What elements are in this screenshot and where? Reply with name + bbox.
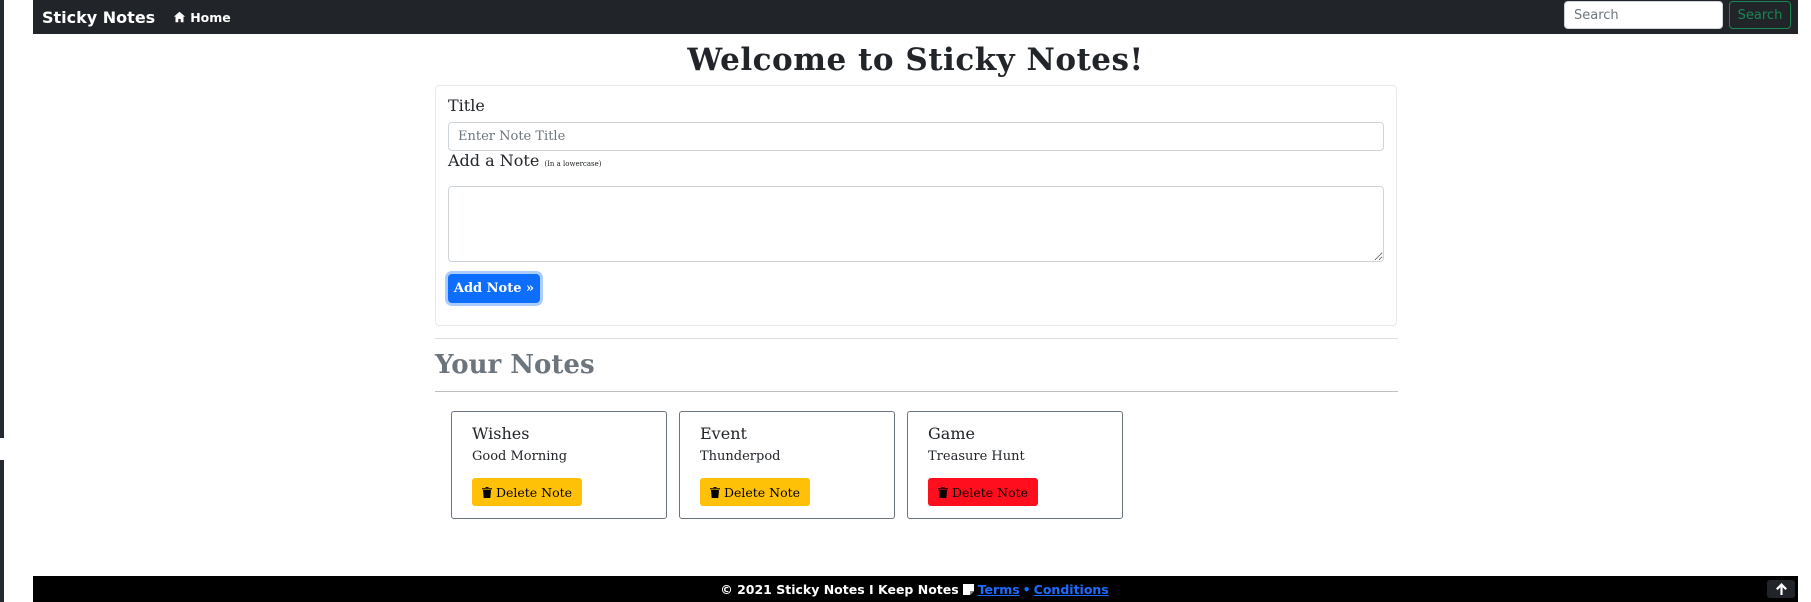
background-window-strip: [0, 0, 33, 602]
nav-home-label: Home: [190, 9, 231, 25]
footer-text: © 2021 Sticky Notes I Keep Notes: [720, 581, 959, 597]
note-text: Treasure Hunt: [928, 449, 1025, 464]
nav-home-link[interactable]: Home: [173, 10, 231, 25]
app-window: Sticky Notes Home Search Welcome to Stic…: [33, 0, 1798, 602]
background-window-strip-right: [1798, 0, 1811, 602]
conditions-link[interactable]: Conditions: [1034, 582, 1109, 597]
divider: [435, 338, 1398, 339]
navbar-brand[interactable]: Sticky Notes: [42, 8, 155, 27]
note-text: Good Morning: [472, 449, 568, 464]
search-input[interactable]: [1564, 1, 1723, 29]
note-title: Game: [928, 424, 975, 443]
note-label: Add a Note (In a lowercase): [448, 151, 602, 170]
delete-note-button[interactable]: Delete Note: [472, 478, 582, 506]
note-title: Event: [700, 424, 747, 443]
note-label-hint: (In a lowercase): [544, 160, 602, 168]
search-form: Search: [1564, 1, 1791, 29]
delete-note-label: Delete Note: [495, 484, 573, 500]
home-icon: [174, 11, 186, 23]
trash-icon: [481, 486, 492, 498]
terms-link[interactable]: Terms: [978, 582, 1020, 597]
notes-heading: Your Notes: [435, 350, 595, 380]
note-label-text: Add a Note: [448, 151, 540, 170]
divider: [435, 391, 1398, 392]
background-window-edge: [0, 0, 4, 438]
note-card: Wishes Good Morning Delete Note: [451, 411, 667, 519]
footer: © 2021 Sticky Notes I Keep Notes Terms •…: [33, 576, 1798, 602]
note-text: Thunderpod: [700, 449, 781, 464]
add-note-button[interactable]: Add Note »: [448, 274, 540, 303]
delete-note-button[interactable]: Delete Note: [928, 478, 1038, 506]
note-title: Wishes: [472, 424, 530, 443]
arrow-up-icon: [1775, 583, 1787, 595]
scroll-top-button[interactable]: [1767, 580, 1795, 598]
navbar: Sticky Notes Home Search: [33, 0, 1798, 34]
delete-note-label: Delete Note: [723, 484, 801, 500]
sticky-note-icon: [962, 583, 974, 595]
note-card: Event Thunderpod Delete Note: [679, 411, 895, 519]
note-title-input[interactable]: [448, 122, 1384, 151]
search-button[interactable]: Search: [1729, 1, 1791, 29]
footer-separator: •: [1022, 581, 1031, 597]
title-label: Title: [448, 96, 485, 115]
background-window-edge-lower: [0, 460, 4, 602]
note-card: Game Treasure Hunt Delete Note: [907, 411, 1123, 519]
delete-note-button[interactable]: Delete Note: [700, 478, 810, 506]
delete-note-label: Delete Note: [951, 484, 1029, 500]
note-textarea[interactable]: [448, 186, 1384, 262]
page-title: Welcome to Sticky Notes!: [687, 42, 1144, 78]
trash-icon: [709, 486, 720, 498]
add-note-form: Title Add a Note (In a lowercase) Add No…: [435, 85, 1397, 326]
trash-icon: [937, 486, 948, 498]
